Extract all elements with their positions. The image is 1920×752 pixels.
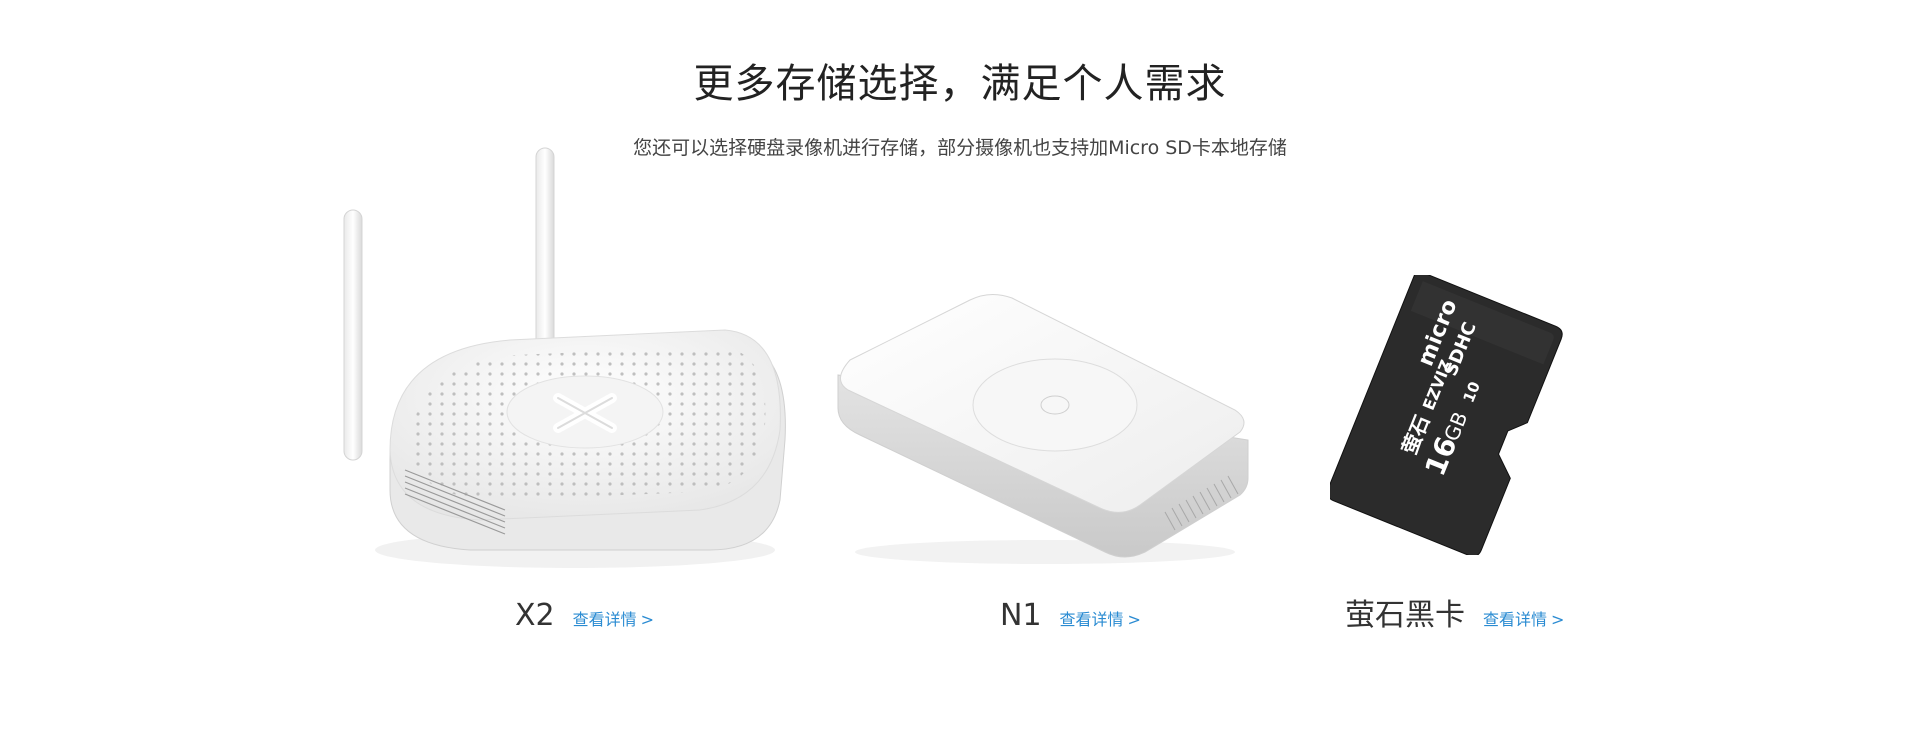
view-details-label: 查看详情: [1483, 610, 1548, 629]
nvr-icon: [837, 294, 1249, 564]
view-details-label: 查看详情: [1059, 610, 1124, 629]
product-name-black-card: 萤石黑卡: [1345, 598, 1465, 633]
section-subtitle: 您还可以选择硬盘录像机进行存储，部分摄像机也支持加Micro SD卡本地存储: [633, 137, 1287, 159]
router-icon: [343, 147, 786, 568]
microsd-card-image[interactable]: 萤石 EZVIZ 16 GB 10 micro SDHC: [1326, 270, 1580, 557]
chevron-right-icon: >: [1551, 610, 1565, 629]
section-title: 更多存储选择，满足个人需求: [693, 61, 1227, 107]
product-caption-x2: X2 查看详情 >: [515, 596, 654, 640]
view-details-link-black-card[interactable]: 查看详情 >: [1483, 600, 1564, 640]
view-details-label: 查看详情: [572, 610, 637, 629]
storage-options-section: 更多存储选择，满足个人需求 您还可以选择硬盘录像机进行存储，部分摄像机也支持加M…: [0, 0, 1920, 752]
router-x2-image[interactable]: [330, 140, 790, 580]
view-details-link-n1[interactable]: 查看详情 >: [1060, 600, 1141, 640]
product-name-x2: X2: [515, 598, 555, 633]
product-caption-n1: N1 查看详情 >: [1000, 596, 1141, 640]
nvr-n1-image[interactable]: [830, 290, 1250, 570]
product-caption-black-card: 萤石黑卡 查看详情 >: [1345, 596, 1564, 640]
microsd-card-icon: 萤石 EZVIZ 16 GB 10 micro SDHC: [1326, 270, 1563, 557]
view-details-link-x2[interactable]: 查看详情 >: [573, 600, 654, 640]
product-name-n1: N1: [1000, 598, 1042, 633]
chevron-right-icon: >: [1127, 610, 1141, 629]
chevron-right-icon: >: [640, 610, 655, 629]
